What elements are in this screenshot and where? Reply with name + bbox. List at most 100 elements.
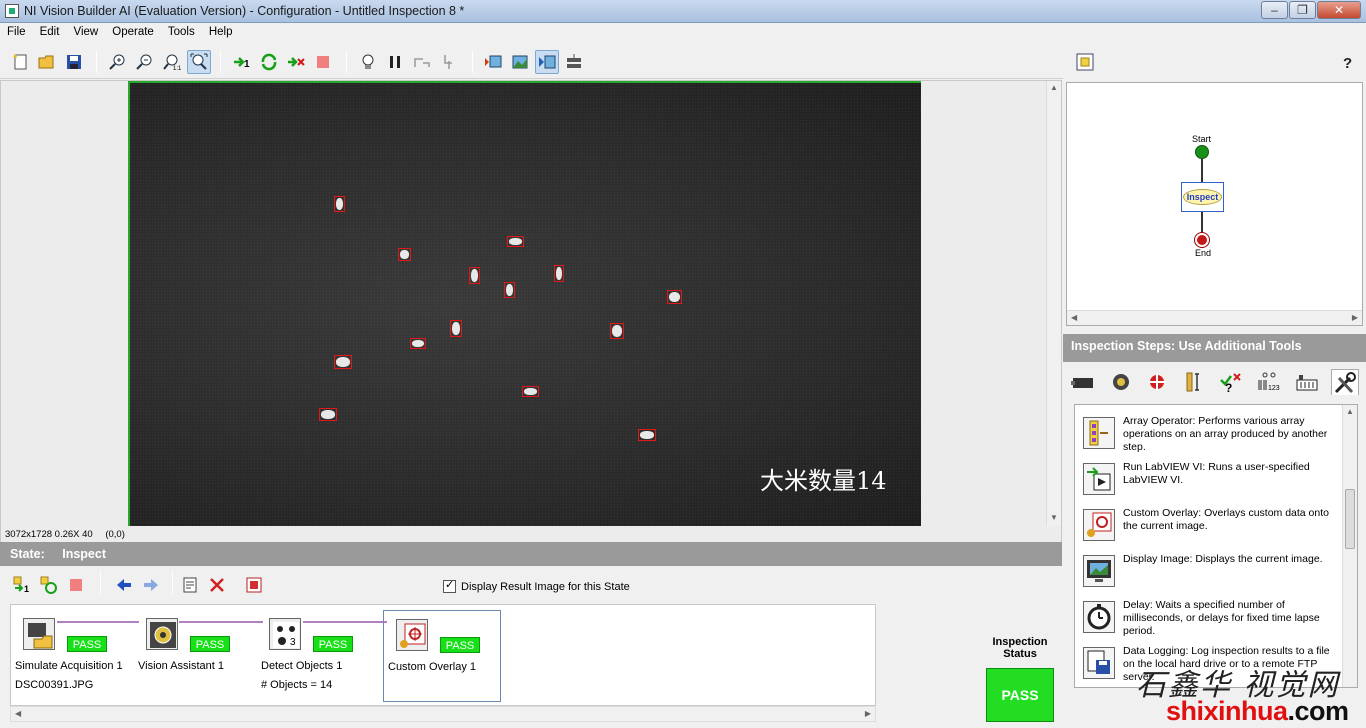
menu-operate[interactable]: Operate — [105, 23, 158, 38]
pause-button[interactable] — [383, 50, 407, 74]
move-step-left-button[interactable] — [112, 573, 136, 597]
category-measure-features[interactable] — [1181, 369, 1209, 395]
zoom-out-button[interactable] — [133, 50, 157, 74]
title-bar: NI Vision Builder AI (Evaluation Version… — [0, 0, 1366, 23]
run-until-fail-button[interactable] — [284, 50, 308, 74]
steps-horizontal-scrollbar[interactable]: ◀ ▶ — [10, 706, 876, 722]
stop-step-button[interactable] — [64, 573, 88, 597]
step-over-icon — [414, 58, 430, 67]
inspect-state-node[interactable]: Inspect — [1181, 182, 1224, 212]
step-custom-overlay[interactable]: PASS Custom Overlay 1 — [383, 610, 501, 702]
zoom-1to1-button[interactable]: 1:1 — [160, 50, 184, 74]
enhance-gear-icon — [1113, 374, 1129, 390]
run-step-once-button[interactable]: 1 — [10, 573, 34, 597]
svg-text:?: ? — [1343, 55, 1352, 71]
end-node[interactable] — [1195, 233, 1209, 247]
category-check-presence[interactable]: ? — [1217, 369, 1245, 395]
properties-icon — [183, 577, 197, 593]
move-step-right-button[interactable] — [139, 573, 163, 597]
zoom-in-button[interactable] — [106, 50, 130, 74]
scroll-right-icon[interactable]: ▶ — [865, 709, 871, 718]
display-result-option[interactable]: Display Result Image for this State — [443, 578, 630, 593]
start-node[interactable] — [1195, 145, 1209, 159]
svg-text:1: 1 — [24, 584, 29, 594]
state-name: Inspect — [62, 547, 106, 561]
step-simulate-acquisition[interactable]: PASS Simulate Acquisition 1 DSC00391.JPG — [11, 610, 129, 702]
minimize-button[interactable]: – — [1261, 1, 1288, 19]
inspection-steps-ribbon: PASS Simulate Acquisition 1 DSC00391.JPG… — [10, 604, 876, 706]
tool-array-operator[interactable]: Array Operator: Performs various array o… — [1075, 409, 1343, 455]
detected-object-marker — [334, 355, 352, 369]
tool-delay[interactable]: Delay: Waits a specified number of milli… — [1075, 593, 1343, 639]
maximize-button[interactable]: ❐ — [1289, 1, 1316, 19]
overlay-settings-button[interactable] — [242, 573, 266, 597]
display-result-checkbox[interactable] — [443, 578, 456, 593]
state-diagram-button[interactable] — [1073, 50, 1097, 74]
menu-file[interactable]: File — [0, 23, 30, 38]
scroll-up-icon[interactable]: ▲ — [1346, 407, 1354, 416]
menu-edit[interactable]: Edit — [33, 23, 64, 38]
menu-view[interactable]: View — [66, 23, 102, 38]
folder-open-icon — [38, 55, 54, 69]
step-over-button[interactable] — [410, 50, 434, 74]
scroll-left-icon[interactable]: ◀ — [1071, 313, 1077, 322]
new-inspection-button[interactable] — [8, 50, 32, 74]
scroll-up-icon[interactable]: ▲ — [1050, 83, 1058, 92]
previous-image-icon — [485, 55, 502, 68]
diagram-horizontal-scrollbar[interactable]: ◀ ▶ — [1067, 310, 1362, 325]
scroll-right-icon[interactable]: ▶ — [1352, 313, 1358, 322]
next-image-button[interactable] — [535, 50, 559, 74]
detected-object-marker — [410, 338, 426, 349]
step-vision-assistant[interactable]: PASS Vision Assistant 1 — [134, 610, 252, 702]
run-until-fail-icon — [288, 57, 305, 67]
scroll-thumb[interactable] — [1345, 489, 1355, 549]
run-step-loop-button[interactable] — [37, 573, 61, 597]
inspection-image[interactable]: 大米数量14 — [128, 81, 921, 526]
category-additional-tools[interactable] — [1331, 369, 1359, 395]
run-once-button[interactable]: 1 — [230, 50, 254, 74]
arrow-right-icon — [144, 579, 158, 591]
help-button[interactable]: ? — [1336, 50, 1360, 74]
category-enhance-images[interactable] — [1107, 369, 1135, 395]
close-button[interactable]: ✕ — [1317, 1, 1361, 19]
menu-tools[interactable]: Tools — [161, 23, 199, 38]
inspect-state-label: Inspect — [1182, 189, 1223, 205]
watermark-ext: .com — [1287, 696, 1350, 726]
tool-description: Delay: Waits a specified number of milli… — [1123, 599, 1320, 637]
highlight-execution-button[interactable] — [356, 50, 380, 74]
step-into-button[interactable] — [437, 50, 461, 74]
scroll-down-icon[interactable]: ▼ — [1050, 513, 1058, 522]
open-button[interactable] — [35, 50, 59, 74]
tool-description: Array Operator: Performs various array o… — [1123, 415, 1328, 453]
viewer-vertical-scrollbar[interactable]: ▲ ▼ — [1046, 81, 1061, 526]
image-browser-button[interactable] — [562, 50, 586, 74]
tool-display-image[interactable]: Display Image: Displays the current imag… — [1075, 547, 1343, 593]
state-diagram[interactable]: Start Inspect End ◀ ▶ — [1066, 82, 1363, 326]
show-image-button[interactable] — [508, 50, 532, 74]
inspection-steps-header: Inspection Steps: Use Additional Tools — [1063, 334, 1366, 362]
image-info: 3072x1728 0.26X 40 — [5, 529, 93, 540]
delete-step-button[interactable] — [205, 573, 229, 597]
category-identify-parts[interactable]: 123 — [1255, 369, 1283, 395]
menu-help[interactable]: Help — [202, 23, 237, 38]
previous-image-button[interactable] — [481, 50, 505, 74]
step-status-badge: PASS — [440, 637, 480, 653]
tool-run-labview-vi[interactable]: Run LabVIEW VI: Runs a user-specified La… — [1075, 455, 1343, 501]
zoom-fit-button[interactable] — [187, 50, 211, 74]
image-viewer[interactable]: 大米数量14 ▲ ▼ 3072x1728 0.26X 40 (0,0) — [0, 80, 1062, 542]
detected-object-marker — [398, 248, 411, 261]
run-continuous-button[interactable] — [257, 50, 281, 74]
tools-list-scrollbar[interactable]: ▲ — [1342, 405, 1357, 687]
step-detect-objects[interactable]: 3 PASS Detect Objects 1 # Objects = 14 — [257, 610, 375, 702]
category-communicate[interactable] — [1293, 369, 1321, 395]
step-properties-button[interactable] — [178, 573, 202, 597]
scroll-left-icon[interactable]: ◀ — [15, 709, 21, 718]
stop-button[interactable] — [311, 50, 335, 74]
tool-custom-overlay[interactable]: Custom Overlay: Overlays custom data ont… — [1075, 501, 1343, 547]
run-step-once-icon: 1 — [13, 576, 29, 594]
category-acquire-images[interactable] — [1069, 369, 1097, 395]
save-button[interactable] — [62, 50, 86, 74]
tool-description: Display Image: Displays the current imag… — [1123, 553, 1323, 565]
category-locate-features[interactable] — [1143, 369, 1171, 395]
zoom-fit-icon — [190, 53, 208, 70]
